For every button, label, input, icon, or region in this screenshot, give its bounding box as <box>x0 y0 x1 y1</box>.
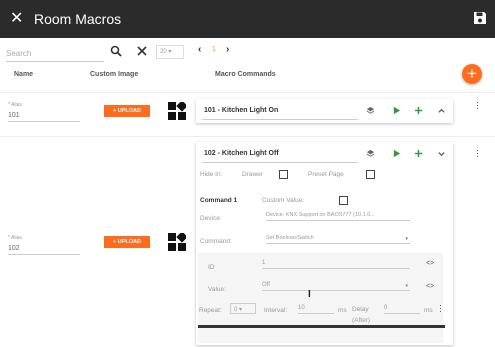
play-icon[interactable] <box>392 149 401 158</box>
row-divider <box>0 92 495 93</box>
command-divider-bar <box>198 325 445 328</box>
page-size-value: 20 <box>160 49 167 55</box>
macro-command-card: 101 - Kitchen Light On <box>196 99 453 123</box>
prev-page-icon[interactable]: ‹ <box>198 44 201 55</box>
save-icon[interactable] <box>473 11 487 25</box>
search-input[interactable] <box>6 45 104 62</box>
row-divider <box>0 136 495 137</box>
row-menu-icon[interactable]: · · · <box>476 98 479 113</box>
drawer-checkbox[interactable] <box>279 170 288 179</box>
play-icon[interactable] <box>392 106 401 115</box>
close-icon[interactable]: ✕ <box>10 9 23 29</box>
device-value: Device: KNX Support on BAOS777 (10.1.0..… <box>266 212 375 218</box>
drawer-label: Drawer <box>242 171 263 178</box>
delay-label: Delay <box>352 306 369 313</box>
interval-label: Interval: <box>264 307 288 314</box>
list-toolbar: 20 ▾ ‹ 1 › <box>0 38 495 66</box>
repeat-select[interactable]: 0 ▾ <box>230 303 256 314</box>
add-command-icon[interactable] <box>414 106 423 115</box>
column-header-name: Name <box>14 71 34 78</box>
upload-button[interactable]: + UPLOAD <box>104 105 150 117</box>
macro-title: 102 - Kitchen Light Off <box>204 150 279 157</box>
macro-image-icon <box>168 233 186 251</box>
alias-label: * Alias <box>8 102 22 108</box>
repeat-value: 0 <box>234 307 238 313</box>
command-value: Set Boolean/Switch <box>266 235 314 241</box>
command-heading: Command 1 <box>200 197 238 204</box>
page-title: Room Macros <box>34 11 122 27</box>
chevron-up-icon[interactable] <box>437 106 446 115</box>
layers-icon[interactable] <box>366 106 375 115</box>
id-input[interactable]: 1 <box>262 258 410 269</box>
value-value: Off <box>262 282 270 288</box>
dropdown-caret-icon: ▾ <box>405 283 408 289</box>
layers-icon[interactable] <box>366 149 375 158</box>
title-underline <box>202 162 358 163</box>
code-toggle-icon[interactable]: <> <box>426 260 434 267</box>
title-bar: ✕ Room Macros <box>0 0 495 38</box>
preset-page-label: Preset Page <box>308 171 344 178</box>
add-macro-button[interactable]: + <box>462 64 482 84</box>
search-icon[interactable] <box>110 45 122 57</box>
id-label: ID <box>208 264 215 271</box>
chevron-down-icon[interactable] <box>437 149 446 158</box>
custom-value-checkbox[interactable] <box>339 196 348 205</box>
code-toggle-icon[interactable]: <> <box>426 283 434 290</box>
alias-label: * Alias <box>8 235 22 241</box>
upload-button[interactable]: + UPLOAD <box>104 236 150 248</box>
delay-unit: ms <box>424 307 433 314</box>
add-command-icon[interactable] <box>414 149 423 158</box>
repeat-label: Repeat: <box>199 307 222 314</box>
hide-in-label: Hide In: <box>200 171 223 178</box>
interval-input[interactable]: 10 <box>298 303 334 314</box>
column-header-commands: Macro Commands <box>215 71 276 78</box>
value-label: Value: <box>208 286 226 293</box>
page-number: 1 <box>212 46 216 53</box>
preset-page-checkbox[interactable] <box>366 170 375 179</box>
id-value: 1 <box>262 260 266 266</box>
command-menu-icon[interactable]: · · · <box>439 301 442 316</box>
clear-search-icon[interactable] <box>136 45 148 57</box>
next-page-icon[interactable]: › <box>226 44 229 55</box>
macro-image-icon <box>168 102 186 120</box>
command-parameters-panel: ID 1 <> Value: Off ▾ <> Repeat: 0 ▾ Inte… <box>198 253 443 343</box>
page-size-select[interactable]: 20 ▾ <box>156 45 184 59</box>
macro-title: 101 - Kitchen Light On <box>204 107 279 114</box>
alias-input[interactable]: 102 <box>8 245 80 255</box>
command-field-label: Command: <box>200 238 232 245</box>
device-label: Device: <box>200 215 222 222</box>
custom-value-label: Custom Value: <box>262 197 305 204</box>
text-cursor-icon: I <box>308 289 311 300</box>
delay-value: 0 <box>384 305 388 311</box>
value-select[interactable]: Off ▾ <box>262 280 410 291</box>
delay-sublabel: (After) <box>352 317 371 324</box>
dropdown-caret-icon: ▾ <box>405 236 408 242</box>
row-menu-icon[interactable]: · · · <box>476 146 479 161</box>
alias-input[interactable]: 101 <box>8 112 80 122</box>
device-select[interactable]: Device: KNX Support on BAOS777 (10.1.0..… <box>266 210 410 221</box>
command-select[interactable]: Set Boolean/Switch ▾ <box>266 233 410 244</box>
title-underline <box>202 119 358 120</box>
interval-unit: ms <box>338 307 347 314</box>
delay-input[interactable]: 0 <box>384 303 420 314</box>
column-header-image: Custom Image <box>90 71 139 78</box>
interval-value: 10 <box>298 305 305 311</box>
